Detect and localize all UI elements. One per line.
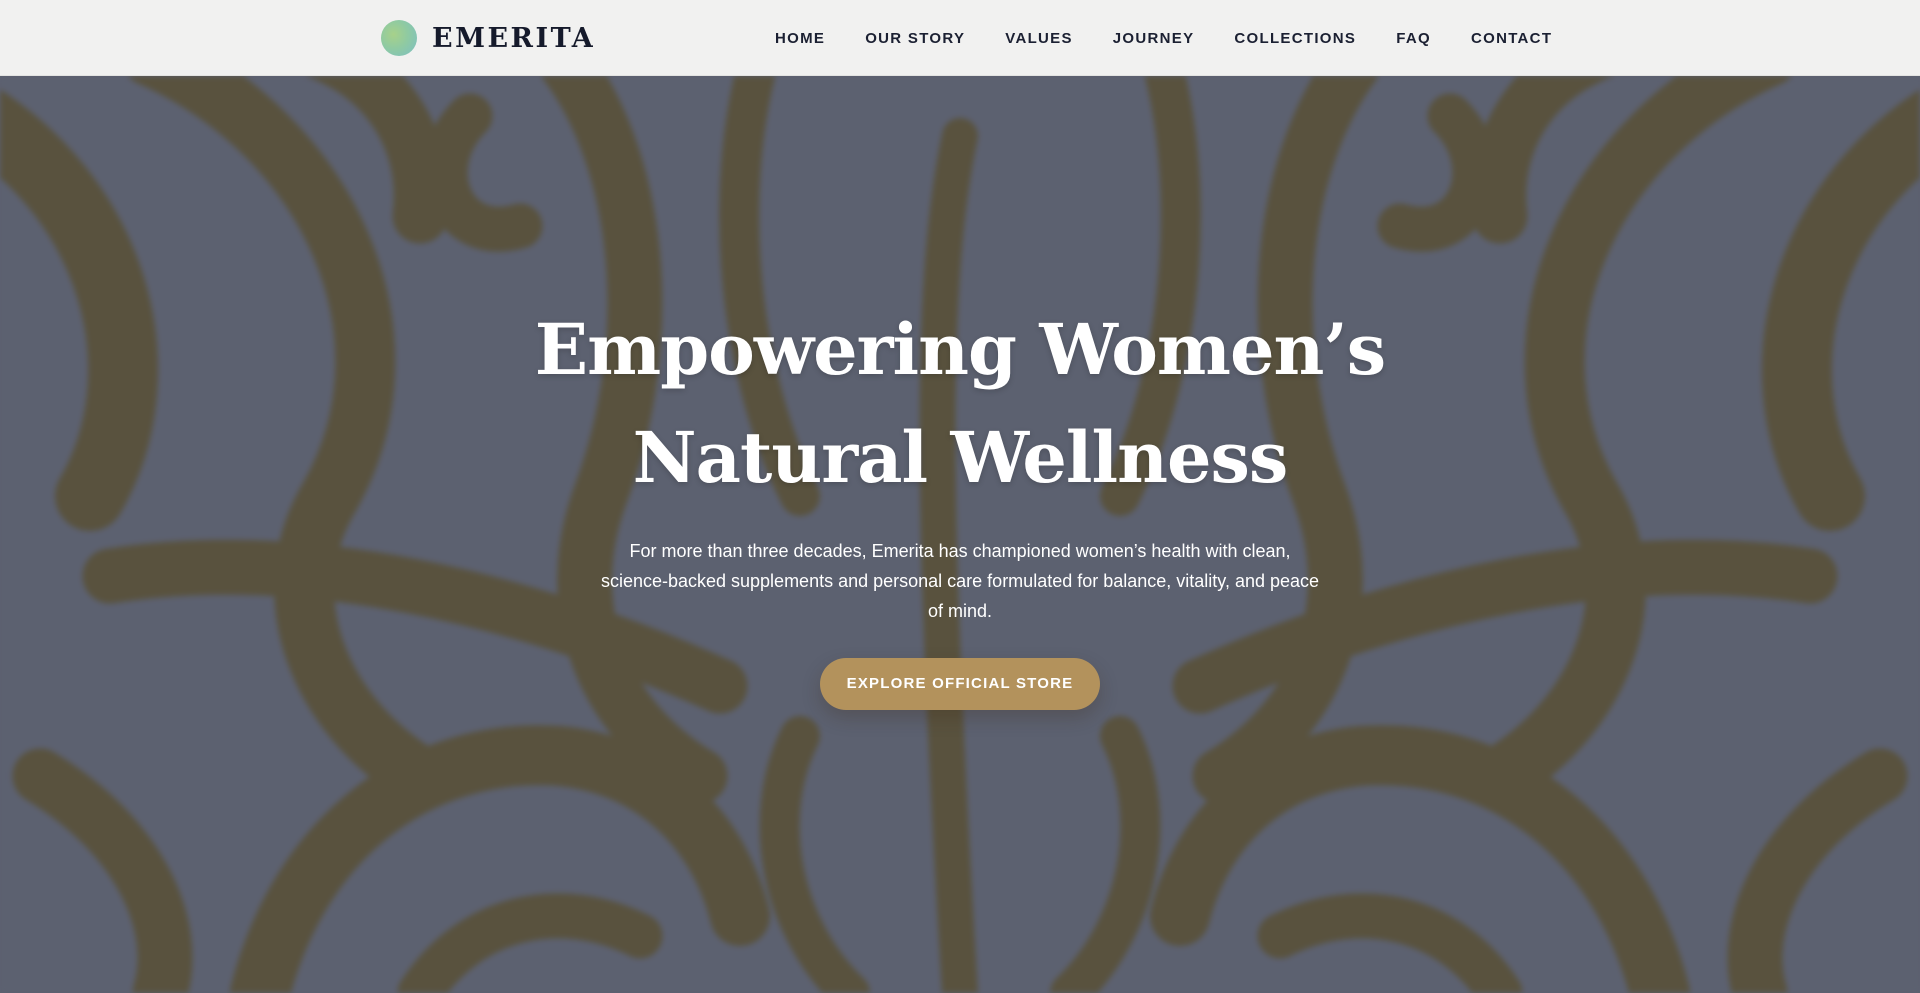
hero-section: Empowering Women’s Natural Wellness For … <box>0 76 1920 993</box>
main-nav: HOME OUR STORY VALUES JOURNEY COLLECTION… <box>775 0 1552 76</box>
hero-content: Empowering Women’s Natural Wellness For … <box>460 296 1460 710</box>
nav-link-journey[interactable]: JOURNEY <box>1113 30 1195 47</box>
nav-link-collections[interactable]: COLLECTIONS <box>1234 30 1356 47</box>
explore-official-store-button[interactable]: EXPLORE OFFICIAL STORE <box>820 658 1100 710</box>
brand-home-link[interactable]: EMERITA <box>381 19 595 57</box>
nav-link-our-story[interactable]: OUR STORY <box>865 30 965 47</box>
nav-link-values[interactable]: VALUES <box>1005 30 1073 47</box>
hero-subtitle: For more than three decades, Emerita has… <box>600 541 1320 621</box>
hero-title: Empowering Women’s Natural Wellness <box>534 308 1386 499</box>
site-header: EMERITA HOME OUR STORY VALUES JOURNEY CO… <box>0 0 1920 76</box>
brand-logo-icon <box>381 20 417 56</box>
brand-name: EMERITA <box>432 22 596 54</box>
nav-link-faq[interactable]: FAQ <box>1396 30 1431 47</box>
nav-link-contact[interactable]: CONTACT <box>1471 30 1552 47</box>
nav-link-home[interactable]: HOME <box>775 30 825 47</box>
